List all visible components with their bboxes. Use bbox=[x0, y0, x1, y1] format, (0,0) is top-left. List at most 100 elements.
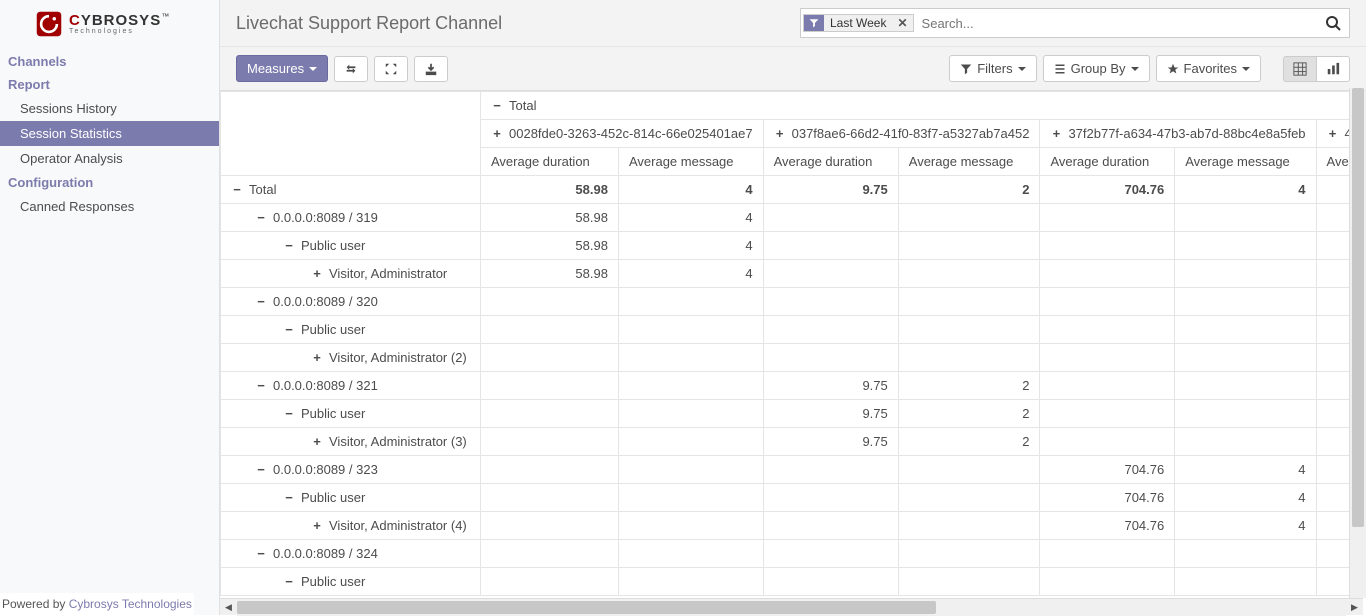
expand-icon[interactable]: + bbox=[1050, 126, 1062, 141]
collapse-icon[interactable]: − bbox=[283, 574, 295, 589]
scroll-right-icon[interactable]: ▶ bbox=[1346, 599, 1363, 616]
row-header[interactable]: +Visitor, Administrator (3) bbox=[221, 428, 481, 456]
download-button[interactable] bbox=[414, 56, 448, 82]
collapse-icon[interactable]: − bbox=[255, 546, 267, 561]
row-header[interactable]: −0.0.0.0:8089 / 319 bbox=[221, 204, 481, 232]
row-header[interactable]: −0.0.0.0:8089 / 324 bbox=[221, 540, 481, 568]
facet-remove-icon[interactable]: ✕ bbox=[892, 16, 912, 30]
search-input[interactable] bbox=[916, 12, 1317, 35]
row-header[interactable]: +Visitor, Administrator (2) bbox=[221, 344, 481, 372]
collapse-icon[interactable]: − bbox=[283, 238, 295, 253]
measure-header[interactable]: Average message bbox=[1175, 148, 1316, 176]
expand-icon[interactable]: + bbox=[311, 266, 323, 281]
row-header[interactable]: +Visitor, Administrator (4) bbox=[221, 512, 481, 540]
sidebar-item-canned-responses[interactable]: Canned Responses bbox=[0, 194, 219, 219]
col-group[interactable]: +0028fde0-3263-452c-814c-66e025401ae7 bbox=[481, 120, 764, 148]
cell bbox=[763, 316, 898, 344]
col-group[interactable]: +37f2b77f-a634-47b3-ab7d-88bc4e8a5feb bbox=[1040, 120, 1316, 148]
expand-icon[interactable]: + bbox=[491, 126, 503, 141]
sidebar-item-operator-analysis[interactable]: Operator Analysis bbox=[0, 146, 219, 171]
col-total[interactable]: −Total bbox=[481, 92, 1366, 120]
row-header[interactable]: −Public user bbox=[221, 232, 481, 260]
collapse-icon[interactable]: − bbox=[255, 462, 267, 477]
groupby-button[interactable]: Group By bbox=[1043, 55, 1150, 82]
cell bbox=[618, 344, 763, 372]
favorites-button[interactable]: Favorites bbox=[1156, 55, 1261, 82]
cell bbox=[481, 456, 619, 484]
collapse-icon[interactable]: − bbox=[491, 98, 503, 113]
measures-button[interactable]: Measures bbox=[236, 55, 328, 82]
view-switcher bbox=[1283, 56, 1350, 82]
cell: 58.98 bbox=[481, 204, 619, 232]
vertical-scrollbar[interactable] bbox=[1349, 88, 1366, 598]
scroll-left-icon[interactable]: ◀ bbox=[220, 599, 237, 616]
table-row: +Visitor, Administrator (2) bbox=[221, 344, 1366, 372]
footer-link[interactable]: Cybrosys Technologies bbox=[69, 597, 192, 611]
measure-header[interactable]: Average message bbox=[618, 148, 763, 176]
cell: 4 bbox=[618, 204, 763, 232]
scrollbar-thumb[interactable] bbox=[237, 601, 936, 614]
sidebar-item-sessions-history[interactable]: Sessions History bbox=[0, 96, 219, 121]
cell bbox=[1175, 428, 1316, 456]
footer: Powered by Cybrosys Technologies bbox=[0, 593, 194, 615]
collapse-icon[interactable]: − bbox=[283, 322, 295, 337]
graph-view-button[interactable] bbox=[1317, 56, 1350, 82]
collapse-icon[interactable]: − bbox=[255, 210, 267, 225]
horizontal-scrollbar[interactable]: ◀ ▶ bbox=[220, 598, 1363, 615]
expand-icon[interactable]: + bbox=[311, 350, 323, 365]
scrollbar-thumb[interactable] bbox=[1352, 88, 1364, 527]
cell bbox=[763, 260, 898, 288]
sidebar-item-session-statistics[interactable]: Session Statistics bbox=[0, 121, 219, 146]
row-header[interactable]: −Public user bbox=[221, 400, 481, 428]
sidebar-section-report[interactable]: Report bbox=[0, 73, 219, 96]
pivot-view-button[interactable] bbox=[1283, 56, 1317, 82]
row-header[interactable]: −0.0.0.0:8089 / 323 bbox=[221, 456, 481, 484]
table-row: −Public user704.764 bbox=[221, 484, 1366, 512]
cell: 704.76 bbox=[1040, 512, 1175, 540]
row-header[interactable]: −Public user bbox=[221, 484, 481, 512]
logo-mark-icon bbox=[35, 10, 63, 38]
row-header[interactable]: −Public user bbox=[221, 316, 481, 344]
cell bbox=[481, 344, 619, 372]
cell bbox=[1175, 204, 1316, 232]
collapse-icon[interactable]: − bbox=[283, 406, 295, 421]
collapse-icon[interactable]: − bbox=[255, 378, 267, 393]
search-icon[interactable] bbox=[1317, 15, 1349, 31]
sidebar-section-channels[interactable]: Channels bbox=[0, 50, 219, 73]
collapse-icon[interactable]: − bbox=[231, 182, 243, 197]
expand-icon[interactable]: + bbox=[1327, 126, 1339, 141]
measure-header[interactable]: Average duration bbox=[481, 148, 619, 176]
flip-axis-button[interactable] bbox=[334, 56, 368, 82]
cell bbox=[763, 568, 898, 596]
expand-all-button[interactable] bbox=[374, 56, 408, 82]
row-header[interactable]: −0.0.0.0:8089 / 320 bbox=[221, 288, 481, 316]
row-header[interactable]: −Public user bbox=[221, 568, 481, 596]
collapse-icon[interactable]: − bbox=[255, 294, 267, 309]
measure-header[interactable]: Average duration bbox=[763, 148, 898, 176]
cell bbox=[1175, 372, 1316, 400]
expand-icon[interactable]: + bbox=[774, 126, 786, 141]
row-header[interactable]: +Visitor, Administrator bbox=[221, 260, 481, 288]
bar-chart-icon bbox=[1326, 62, 1340, 76]
search-bar[interactable]: Last Week ✕ bbox=[800, 8, 1350, 38]
pivot-table-container[interactable]: −Total+0028fde0-3263-452c-814c-66e025401… bbox=[220, 91, 1366, 615]
row-header[interactable]: −Total bbox=[221, 176, 481, 204]
cell: 9.75 bbox=[763, 428, 898, 456]
expand-icon[interactable]: + bbox=[311, 518, 323, 533]
measure-header[interactable]: Average duration bbox=[1040, 148, 1175, 176]
cell bbox=[1040, 288, 1175, 316]
measure-header[interactable]: Average message bbox=[898, 148, 1040, 176]
col-group[interactable]: +037f8ae6-66d2-41f0-83f7-a5327ab7a452 bbox=[763, 120, 1040, 148]
expand-icon[interactable]: + bbox=[311, 434, 323, 449]
brand-logo[interactable]: CYBROSYS™ Technologies bbox=[0, 0, 219, 50]
cell: 58.98 bbox=[481, 232, 619, 260]
search-facet-lastweek[interactable]: Last Week ✕ bbox=[803, 14, 914, 32]
download-icon bbox=[424, 62, 438, 76]
row-header[interactable]: −0.0.0.0:8089 / 321 bbox=[221, 372, 481, 400]
filters-button[interactable]: Filters bbox=[949, 55, 1036, 82]
cell bbox=[481, 428, 619, 456]
cell: 704.76 bbox=[1040, 456, 1175, 484]
sidebar-section-configuration[interactable]: Configuration bbox=[0, 171, 219, 194]
collapse-icon[interactable]: − bbox=[283, 490, 295, 505]
pivot-table: −Total+0028fde0-3263-452c-814c-66e025401… bbox=[220, 91, 1366, 596]
